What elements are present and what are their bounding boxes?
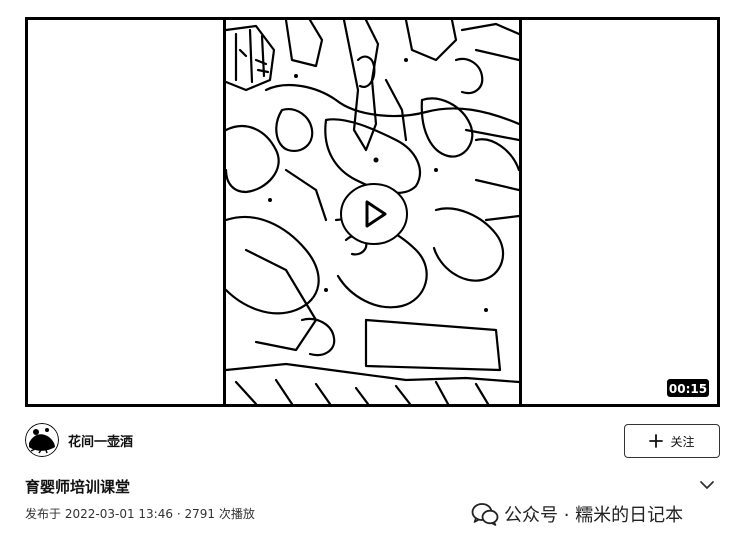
video-title: 育婴师培训课堂 [25, 478, 131, 496]
avatar[interactable] [25, 423, 59, 457]
follow-button[interactable]: 关注 [624, 424, 720, 458]
duration-badge: 00:15 [666, 378, 710, 398]
plus-icon [649, 434, 664, 448]
chevron-down-icon[interactable] [698, 478, 716, 492]
letterbox-right [522, 20, 717, 404]
published-prefix: 发布于 [25, 507, 62, 521]
letterbox-left [28, 20, 223, 404]
play-count: 2791 次播放 [184, 507, 255, 521]
watermark-text: 公众号 · 糯米的日记本 [504, 505, 684, 526]
author-row: 花间一壶酒 [25, 423, 133, 457]
published-date: 2022-03-01 13:46 [64, 507, 173, 521]
meta-separator: · [176, 507, 181, 521]
follow-label: 关注 [670, 434, 695, 449]
avatar-image [25, 423, 59, 457]
author-name[interactable]: 花间一壶酒 [68, 431, 133, 450]
play-button[interactable] [339, 182, 409, 246]
publish-info: 发布于 2022-03-01 13:46 · 2791 次播放 [25, 505, 255, 522]
watermark: 公众号 · 糯米的日记本 [471, 500, 683, 528]
wechat-icon [471, 503, 499, 526]
play-icon [340, 183, 408, 245]
